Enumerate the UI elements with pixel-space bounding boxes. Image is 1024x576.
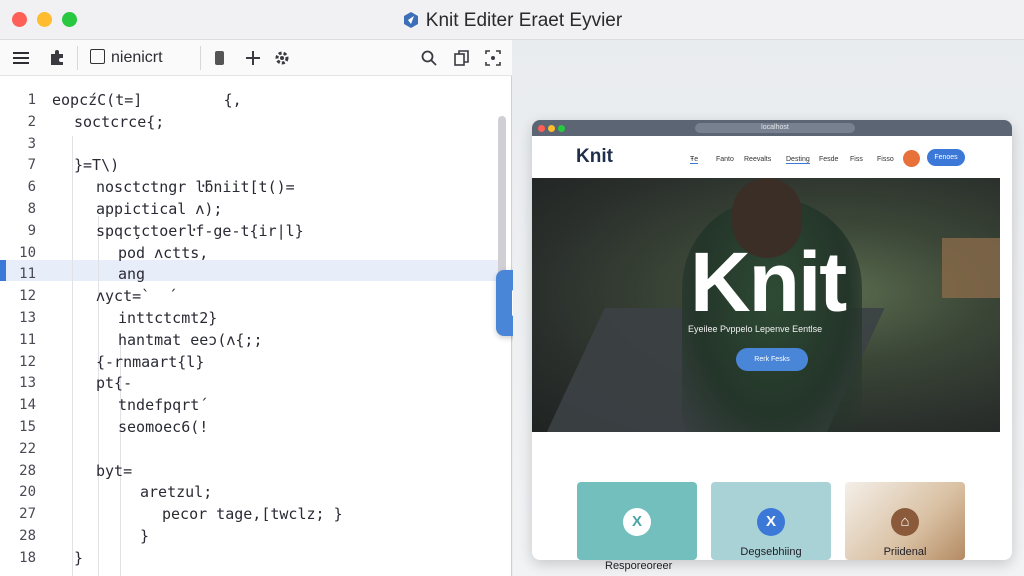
hero-section: Knit Eyeilee Pvppelo Lepenve Eentlse Rer… [532, 178, 1000, 432]
code-line[interactable]: } [140, 527, 149, 545]
line-gutter: 1 2 3 7 6 8 9 10 11 12 13 11 12 13 14 15 22 28 20 27 28 18 [0, 76, 46, 576]
window-title: Knit Editer Eraet Eyvier [0, 10, 1024, 32]
editor-toolbar: nienicrt [0, 40, 512, 76]
code-line[interactable]: pecor tage,[twclz; } [162, 505, 343, 523]
line-number: 3 [27, 135, 36, 152]
site-brand[interactable]: Knit [576, 146, 613, 168]
browser-minimize-button[interactable] [548, 125, 555, 132]
line-number: 8 [27, 201, 36, 217]
url-bar[interactable]: localhost [695, 123, 855, 133]
feature-card[interactable]: ⌂ Priidenal [845, 482, 965, 560]
file-tab-label: nienicrt [111, 49, 163, 66]
code-line[interactable]: byt= [96, 462, 132, 480]
close-icon: X [623, 508, 651, 536]
capture-icon[interactable] [484, 48, 502, 68]
feature-card[interactable]: X [577, 482, 697, 560]
hero-subtitle: Eyeilee Pvppelo Lepenve Eentlse [688, 324, 823, 334]
document-icon [90, 49, 105, 64]
code-line[interactable]: aretzul; [140, 483, 212, 501]
code-line[interactable]: soctcrce{; [74, 113, 164, 131]
nav-link[interactable]: Fanto [716, 156, 734, 163]
line-number: 15 [19, 419, 36, 435]
code-line[interactable]: ʌyct=` ´ [96, 287, 177, 305]
current-line-highlight [0, 260, 500, 281]
code-line[interactable]: hantmat eeɔ(ʌ{;; [118, 331, 263, 349]
nav-link[interactable]: Fesde [819, 156, 838, 163]
line-number: 6 [27, 179, 36, 196]
nav-link[interactable]: Reevalts [744, 156, 771, 163]
indent-guide [120, 336, 121, 576]
line-number: 12 [19, 288, 36, 305]
code-line[interactable]: eopcźC(t=] {, [52, 91, 242, 109]
close-icon: X [757, 508, 785, 536]
line-number: 11 [19, 266, 36, 283]
code-editor[interactable]: 1 2 3 7 6 8 9 10 11 12 13 11 12 13 14 15 22 28 20 27 28 18 eo… [0, 76, 512, 576]
code-line[interactable]: inttctcmt2} [118, 309, 217, 327]
line-number: 28 [19, 528, 36, 544]
hero-button[interactable]: Rerk Fesks [736, 348, 808, 371]
extensions-icon[interactable] [48, 48, 66, 68]
site-navbar: Knit Ŧe Fanto Reevalts Desting Fesde Fis… [532, 136, 1012, 178]
gear-icon[interactable] [273, 48, 291, 68]
code-line[interactable]: seomoec6(! [118, 418, 208, 436]
nav-cta-button[interactable]: Fenoes [927, 149, 965, 166]
code-line[interactable]: } [74, 549, 83, 567]
line-number: 2 [27, 113, 36, 130]
copy-icon[interactable] [453, 48, 471, 68]
line-number: 13 [19, 375, 36, 392]
card-label: Priidenal [883, 546, 927, 558]
nav-link[interactable]: Ŧe [690, 156, 699, 164]
nav-link[interactable]: Fisso [877, 156, 894, 163]
menu-icon[interactable] [12, 48, 30, 68]
code-line[interactable]: pt{- [96, 374, 132, 392]
hero-title: Knit [690, 235, 847, 329]
code-line[interactable]: }=T\) [74, 156, 119, 174]
nav-link[interactable]: Desting [786, 156, 810, 164]
toolbar-divider [200, 46, 201, 70]
line-number: 10 [19, 244, 36, 261]
line-number: 7 [27, 157, 36, 174]
code-line[interactable]: ang [118, 265, 145, 283]
line-number: 12 [19, 353, 36, 370]
window-titlebar: Knit Editer Eraet Eyvier [0, 0, 1024, 40]
indent-guide [72, 136, 73, 576]
code-line[interactable]: pod ʌctts, [118, 244, 208, 262]
line-number: 22 [19, 440, 36, 457]
browser-zoom-button[interactable] [558, 125, 565, 132]
code-line[interactable]: tndefpqrt´ [118, 396, 208, 414]
preview-browser-window: localhost Knit Ŧe Fanto Reevalts Desting… [532, 120, 1012, 560]
code-line[interactable]: nosctctngr ŀƃniit[t()= [96, 178, 295, 196]
indent-guide [98, 216, 99, 576]
feature-card[interactable]: X Degsebhiing [711, 482, 831, 560]
line-number: 20 [19, 484, 36, 501]
file-tab[interactable]: nienicrt [90, 49, 163, 67]
avatar[interactable] [903, 150, 920, 167]
nav-link[interactable]: Fiss [850, 156, 863, 163]
preview-pane: localhost Knit Ŧe Fanto Reevalts Desting… [513, 40, 1024, 576]
home-icon: ⌂ [891, 508, 919, 536]
app-icon [403, 12, 418, 28]
line-number: 14 [19, 397, 36, 414]
line-number: 1 [27, 92, 36, 108]
move-icon[interactable] [244, 48, 262, 68]
window-title-text: Knit Editer Eraet Eyvier [425, 10, 623, 31]
hero-photo-shelf [942, 238, 1000, 298]
search-icon[interactable] [420, 48, 438, 68]
code-line[interactable]: spqcţctoerŀf-ge-t{ir|l} [96, 222, 304, 240]
line-number: 9 [27, 222, 36, 239]
line-number: 28 [19, 462, 36, 479]
card-label: Degsebhiing [740, 546, 802, 558]
file-icon[interactable] [212, 48, 228, 68]
line-number: 13 [19, 310, 36, 326]
line-number: 11 [19, 331, 36, 348]
code-line[interactable]: appictical ʌ); [96, 200, 222, 218]
line-number: 27 [19, 506, 36, 523]
preview-caption: Resporeoreer [605, 560, 673, 572]
browser-close-button[interactable] [538, 125, 545, 132]
code-line[interactable]: {-rnmaart{l} [96, 353, 204, 371]
toolbar-divider [77, 46, 78, 70]
editor-pane: nienicrt 1 2 3 7 6 8 9 10 11 12 13 11 12 13 14 15 22 28 20… [0, 40, 512, 576]
line-number: 18 [19, 549, 36, 566]
browser-toolbar: localhost [532, 120, 1012, 136]
